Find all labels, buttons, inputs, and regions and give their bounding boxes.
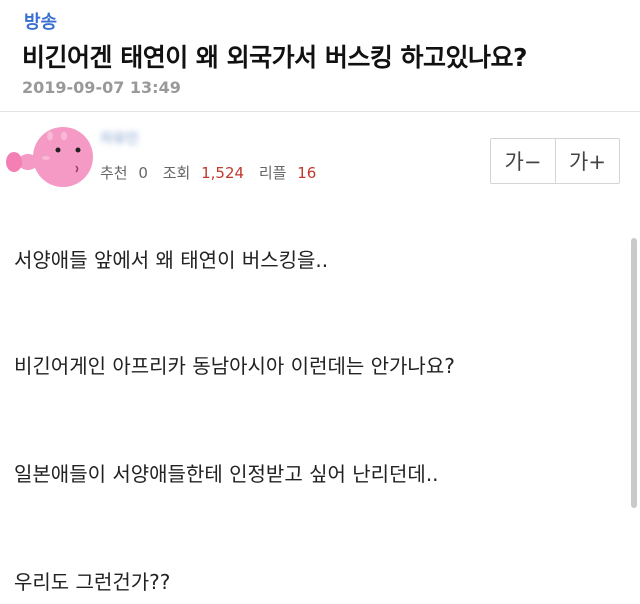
- scrollbar[interactable]: [631, 238, 637, 508]
- header-divider: [0, 111, 640, 112]
- content-line: 일본애들이 서양애들한테 인정받고 싶어 난리던데..: [14, 462, 439, 486]
- recommend-count: 0: [138, 164, 148, 182]
- content-line: 우리도 그런건가??: [14, 570, 171, 594]
- post-category[interactable]: 방송: [24, 8, 57, 34]
- author-nickname-text: 자유인: [100, 131, 139, 147]
- post-date: 2019-09-07 13:49: [22, 78, 181, 97]
- font-decrease-button[interactable]: 가−: [491, 139, 555, 183]
- post-page: 방송 비긴어겐 태연이 왜 외국가서 버스킹 하고있나요? 2019-09-07…: [0, 0, 640, 604]
- post-stats: 추천 0 조회 1,524 리플 16: [100, 162, 316, 183]
- font-size-controls: 가− 가+: [490, 138, 620, 184]
- replies-count: 16: [297, 164, 317, 182]
- views-label: 조회: [162, 164, 191, 182]
- views-count: 1,524: [201, 164, 245, 182]
- replies-label: 리플: [258, 164, 287, 182]
- author-nickname[interactable]: 자유인: [100, 128, 170, 148]
- avatar-icon[interactable]: [6, 118, 96, 194]
- content-line: 서양애들 앞에서 왜 태연이 버스킹을..: [14, 248, 329, 272]
- content-line: 비긴어게인 아프리카 동남아시아 이런데는 안가나요?: [14, 354, 455, 378]
- font-increase-button[interactable]: 가+: [555, 139, 619, 183]
- recommend-label: 추천: [100, 164, 128, 182]
- post-title: 비긴어겐 태연이 왜 외국가서 버스킹 하고있나요?: [22, 43, 528, 72]
